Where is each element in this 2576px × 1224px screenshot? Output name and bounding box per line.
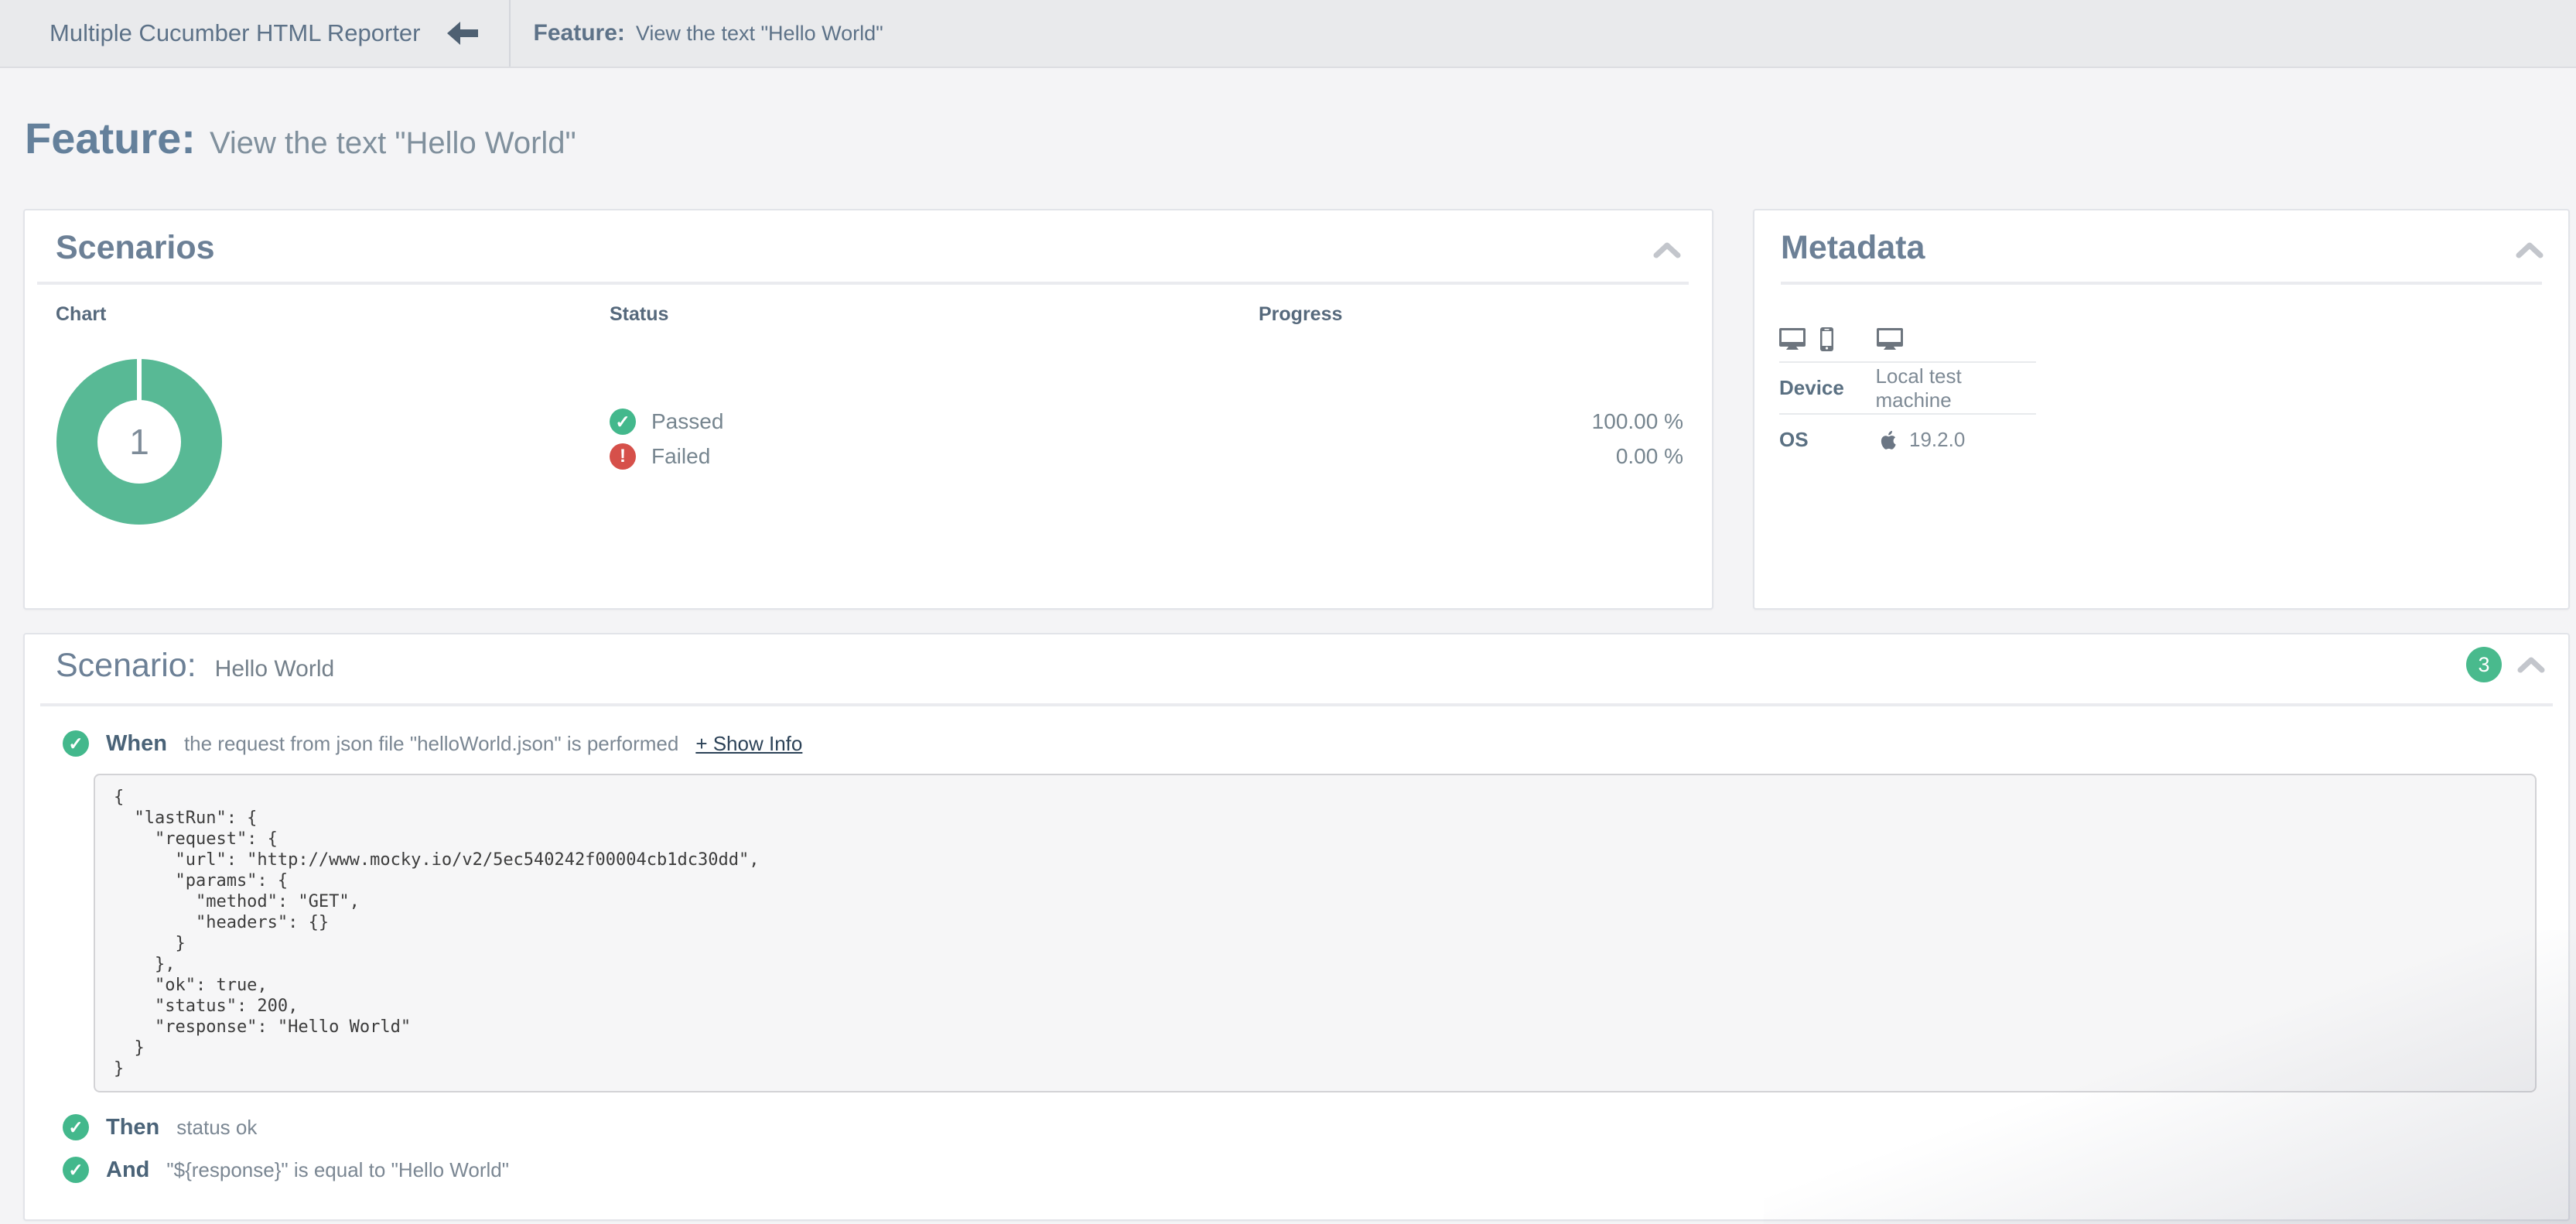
feature-tab[interactable]: Feature: View the text "Hello World" (509, 0, 914, 67)
scenarios-donut-chart[interactable]: 1 (56, 359, 222, 525)
check-circle-icon: ✓ (63, 1114, 89, 1140)
metadata-panel: Metadata (1753, 209, 2570, 610)
step-row-then: ✓ Then status ok (63, 1114, 257, 1140)
show-info-link[interactable]: + Show Info (695, 732, 802, 756)
progress-value-passed: 100.00 % (1592, 409, 1683, 434)
progress-value-failed: 0.00 % (1616, 444, 1683, 469)
divider (37, 282, 1689, 285)
scenario-title-prefix: Scenario: (56, 647, 196, 685)
step-row-when: ✓ When the request from json file "hello… (63, 730, 802, 757)
metadata-table: Device Local test machine OS 19.2.0 (1779, 361, 2036, 465)
metadata-label-device: Device (1779, 376, 1875, 400)
scenarios-panel: Scenarios Chart Status Progress 1 ✓ Pass… (23, 209, 1713, 610)
mobile-icon (1820, 327, 1833, 351)
page-title: Feature: View the text "Hello World" (25, 113, 576, 163)
column-header-progress: Progress (1259, 303, 1342, 326)
feature-tab-label: Feature: (534, 20, 625, 46)
step-keyword: And (106, 1157, 149, 1183)
donut-center-count: 1 (56, 359, 222, 525)
chevron-up-icon[interactable] (2516, 241, 2544, 258)
exclamation-circle-icon: ! (610, 443, 636, 470)
scenario-panel: Scenario: Hello World 3 ✓ When the reque… (23, 633, 2570, 1221)
status-row-failed: ! Failed 0.00 % (610, 441, 1683, 472)
scenarios-panel-title: Scenarios (56, 229, 215, 267)
column-header-chart: Chart (56, 303, 106, 326)
chevron-up-icon[interactable] (1653, 241, 1681, 258)
metadata-row-os: OS 19.2.0 (1779, 413, 2036, 465)
step-row-and: ✓ And "${response}" is equal to "Hello W… (63, 1157, 509, 1183)
status-label-failed: Failed (651, 444, 710, 469)
page-title-prefix: Feature: (25, 113, 196, 163)
app-title: Multiple Cucumber HTML Reporter (50, 19, 421, 47)
scenario-header: Scenario: Hello World (56, 647, 334, 685)
step-text: the request from json file "helloWorld.j… (184, 732, 678, 756)
feature-tab-title: View the text "Hello World" (636, 22, 883, 46)
top-navigation-bar: Multiple Cucumber HTML Reporter Feature:… (0, 0, 2576, 68)
apple-icon (1880, 430, 1897, 450)
check-circle-icon: ✓ (63, 1157, 89, 1183)
column-header-status: Status (610, 303, 668, 326)
metadata-value-device: Local test machine (1875, 364, 2036, 412)
check-circle-icon: ✓ (63, 730, 89, 757)
step-text: status ok (176, 1116, 257, 1140)
request-json-code-block: { "lastRun": { "request": { "url": "http… (94, 774, 2537, 1092)
status-row-passed: ✓ Passed 100.00 % (610, 406, 1683, 437)
scenario-header-controls: 3 (2466, 647, 2545, 682)
back-arrow-icon[interactable] (446, 21, 480, 46)
metadata-row-device: Device Local test machine (1779, 361, 2036, 413)
chevron-up-icon[interactable] (2517, 656, 2545, 673)
metadata-value-os: 19.2.0 (1880, 428, 1965, 452)
steps-count-badge: 3 (2466, 647, 2502, 682)
status-label-passed: Passed (651, 409, 723, 434)
step-text: "${response}" is equal to "Hello World" (166, 1158, 509, 1182)
divider (1781, 282, 2542, 285)
home-tab[interactable]: Multiple Cucumber HTML Reporter (0, 0, 509, 67)
metadata-label-os: OS (1779, 428, 1880, 452)
os-version: 19.2.0 (1909, 428, 1965, 452)
divider (40, 703, 2553, 706)
step-keyword: When (106, 731, 167, 757)
desktop-icon (1877, 328, 1903, 351)
metadata-panel-title: Metadata (1781, 229, 1925, 267)
page-title-text: View the text "Hello World" (210, 126, 576, 161)
check-circle-icon: ✓ (610, 409, 636, 435)
scenario-title-text: Hello World (215, 656, 335, 682)
step-keyword: Then (106, 1115, 159, 1140)
device-type-icons (1779, 320, 1903, 351)
desktop-icon (1779, 328, 1806, 351)
